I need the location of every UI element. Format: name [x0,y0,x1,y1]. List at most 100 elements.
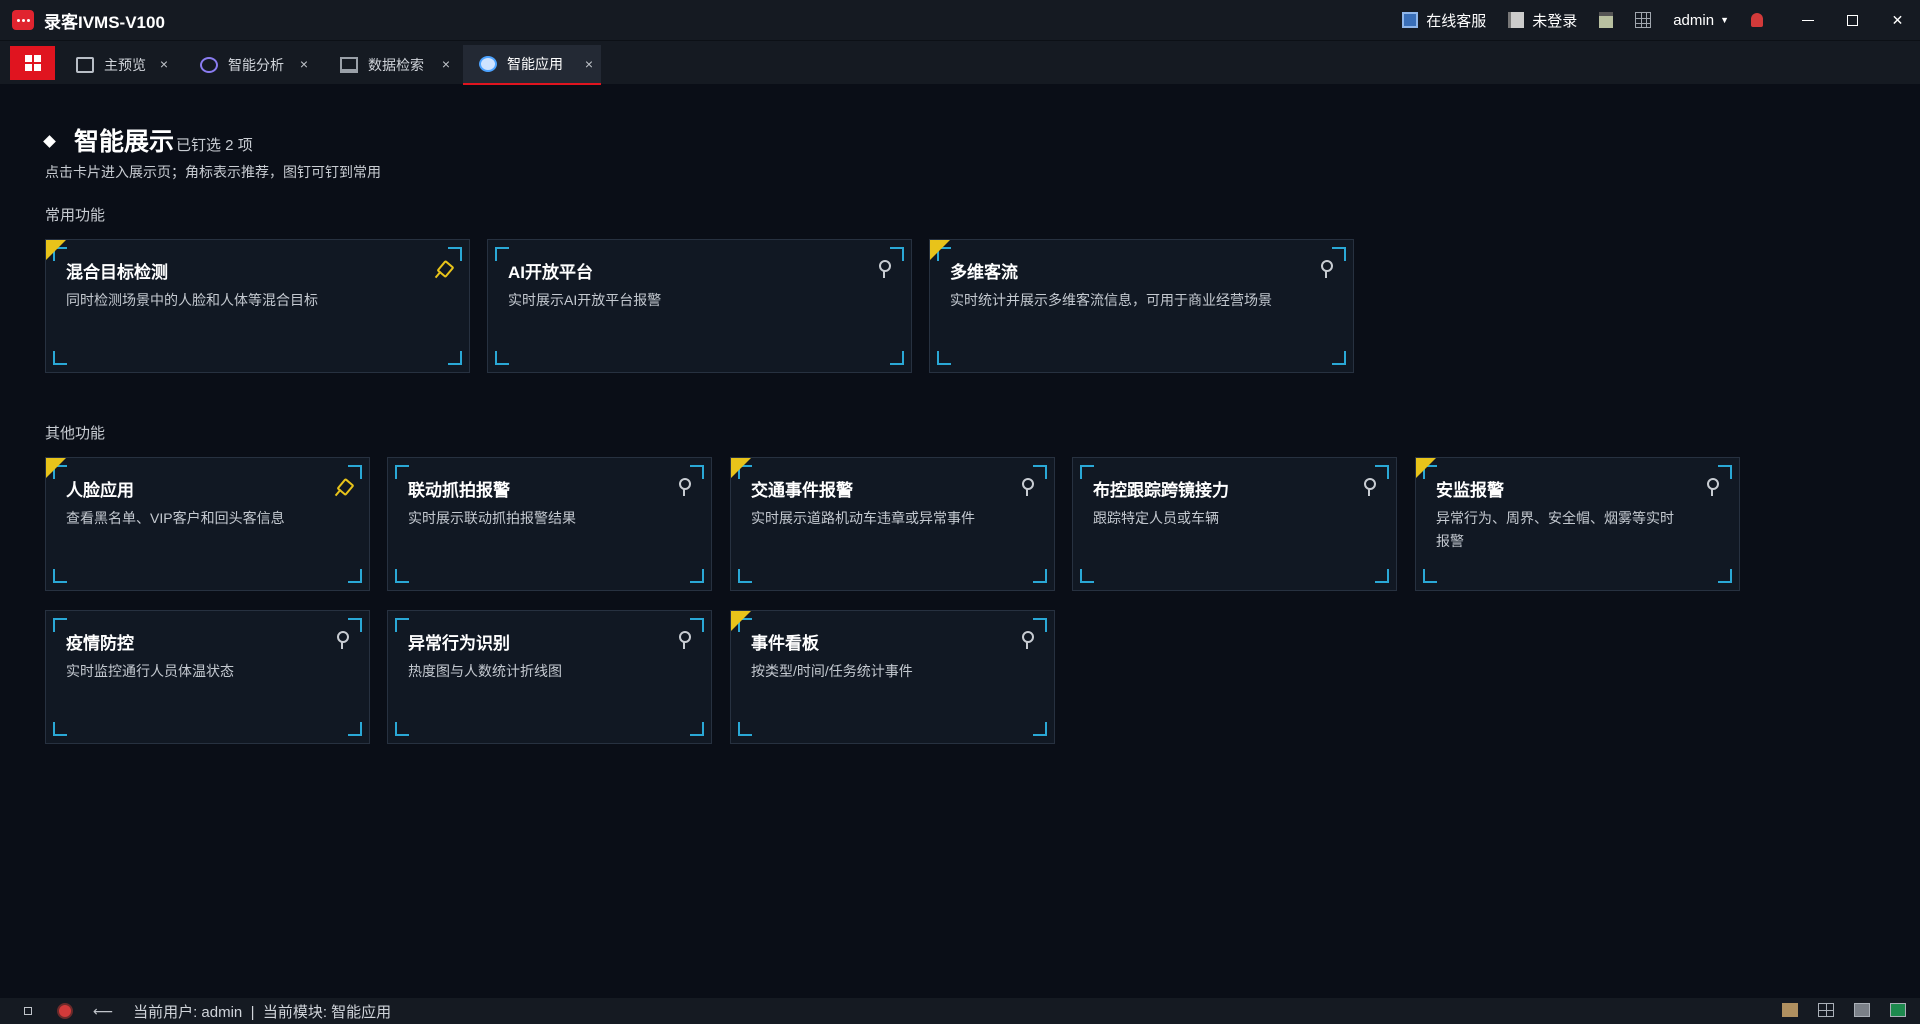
app-title: 录客IVMS-V100 [44,12,165,32]
preview-icon [76,57,94,73]
card-title: AI开放平台 [508,263,593,282]
card-title: 疫情防控 [66,634,134,653]
pin-icon[interactable] [335,631,349,651]
minimize-button[interactable] [1785,0,1830,40]
user-menu[interactable]: admin ▼ [1673,12,1729,29]
card-desc: 热度图与人数统计折线图 [408,663,562,679]
tab-label: 智能分析 [228,57,284,73]
pin-icon[interactable] [677,631,691,651]
user-name: admin [1673,11,1715,29]
pin-icon[interactable] [430,258,454,282]
alarm-icon[interactable] [57,1003,73,1019]
tab-close-icon[interactable]: × [160,56,168,72]
tab-close-icon[interactable]: × [442,56,450,72]
page-title: 智能展示 [74,128,175,156]
alarm-light-icon [1751,13,1763,27]
login-icon [1508,12,1525,28]
card-face-application[interactable]: 人脸应用 查看黑名单、VIP客户和回头客信息 [45,457,370,591]
card-desc: 实时展示道路机动车违章或异常事件 [751,510,975,526]
alarm-button[interactable] [1751,13,1763,27]
card-ai-open-platform[interactable]: AI开放平台 实时展示AI开放平台报警 [487,239,912,373]
back-arrow-icon[interactable]: ⟵ [93,1003,113,1020]
recommend-flag [930,240,950,260]
maximize-button[interactable] [1830,0,1875,40]
recommend-flag [46,458,66,478]
card-title: 异常行为识别 [408,634,510,653]
card-cross-camera-tracking[interactable]: 布控跟踪跨镜接力 跟踪特定人员或车辆 [1072,457,1397,591]
app-logo-icon [12,10,34,30]
service-icon [1402,12,1419,28]
status-bar: ⟵ 当前用户: admin | 当前模块: 智能应用 [0,998,1920,1024]
pin-icon[interactable] [1705,478,1719,498]
card-desc: 实时展示AI开放平台报警 [508,292,662,308]
login-status-label: 未登录 [1532,12,1578,30]
card-mixed-target-detection[interactable]: 混合目标检测 同时检测场景中的人脸和人体等混合目标 [45,239,470,373]
card-title: 布控跟踪跨镜接力 [1093,481,1229,500]
card-desc: 跟踪特定人员或车辆 [1093,510,1219,526]
tab-close-icon[interactable]: × [585,56,593,72]
pin-icon[interactable] [1362,478,1376,498]
hint-text: 点击卡片进入展示页；角标表示推荐，图钉可钉到常用 [45,164,381,180]
online-service-button[interactable]: 在线客服 [1402,10,1486,31]
card-desc: 实时展示联动抓拍报警结果 [408,510,576,526]
card-desc-line: 异常行为、周界、安全帽、烟雾等实时 [1436,510,1674,526]
clipboard-button[interactable] [1599,12,1614,28]
tab-smart-analysis[interactable]: 智能分析 × [190,45,316,85]
status-text: 当前用户: admin | 当前模块: 智能应用 [133,1003,392,1021]
tab-label: 智能应用 [507,56,563,72]
card-title: 人脸应用 [66,481,134,500]
tab-label: 主预览 [104,57,146,73]
pin-icon[interactable] [877,260,891,280]
layout-grid-icon[interactable] [1818,1003,1834,1017]
chevron-down-icon: ▼ [1720,15,1729,25]
card-desc: 同时检测场景中的人脸和人体等混合目标 [66,292,318,308]
home-menu-button[interactable] [10,46,55,80]
save-icon[interactable] [1854,1003,1870,1017]
tab-data-search[interactable]: 数据检索 × [330,45,458,85]
card-linked-capture-alarm[interactable]: 联动抓拍报警 实时展示联动抓拍报警结果 [387,457,712,591]
layout-button[interactable] [1635,12,1652,28]
card-desc: 按类型/时间/任务统计事件 [751,663,913,679]
pin-icon[interactable] [1319,260,1333,280]
tab-close-icon[interactable]: × [300,56,308,72]
card-epidemic-control[interactable]: 疫情防控 实时监控通行人员体温状态 [45,610,370,744]
card-safety-alarm[interactable]: 安监报警 异常行为、周界、安全帽、烟雾等实时 报警 [1415,457,1740,591]
card-title: 混合目标检测 [66,263,168,282]
card-title: 多维客流 [950,263,1018,282]
card-abnormal-behavior[interactable]: 异常行为识别 热度图与人数统计折线图 [387,610,712,744]
window-icon[interactable] [24,1007,32,1015]
other-group-label: 其他功能 [45,425,106,442]
tab-label: 数据检索 [368,57,424,73]
pin-icon[interactable] [1020,478,1034,498]
card-desc-line: 报警 [1436,533,1464,549]
recommend-flag [46,240,66,260]
card-desc: 查看黑名单、VIP客户和回头客信息 [66,510,285,526]
recommend-flag [1416,458,1436,478]
card-title: 联动抓拍报警 [408,481,510,500]
pin-icon[interactable] [677,478,691,498]
monitor-icon [340,57,358,73]
card-multi-dimension-flow[interactable]: 多维客流 实时统计并展示多维客流信息，可用于商业经营场景 [929,239,1354,373]
card-desc: 实时监控通行人员体温状态 [66,663,234,679]
card-title: 交通事件报警 [751,481,853,500]
tab-main-preview[interactable]: 主预览 × [64,45,176,85]
card-traffic-event-alarm[interactable]: 交通事件报警 实时展示道路机动车违章或异常事件 [730,457,1055,591]
card-event-dashboard[interactable]: 事件看板 按类型/时间/任务统计事件 [730,610,1055,744]
recommend-flag [731,458,751,478]
tab-smart-application[interactable]: 智能应用 × [463,45,601,85]
pin-icon[interactable] [1020,631,1034,651]
login-status-button[interactable]: 未登录 [1508,10,1577,31]
close-window-button[interactable]: ✕ [1875,0,1920,40]
diamond-icon [43,135,56,148]
card-title: 安监报警 [1436,481,1504,500]
clipboard-icon [1599,12,1614,28]
common-group-label: 常用功能 [45,207,106,224]
title-bar: 录客IVMS-V100 在线客服 未登录 admin ▼ ✕ [0,0,1920,40]
card-desc: 实时统计并展示多维客流信息，可用于商业经营场景 [950,292,1272,308]
pin-icon[interactable] [330,476,354,500]
picture-icon[interactable] [1782,1003,1798,1017]
screen-icon[interactable] [1890,1003,1906,1017]
online-service-label: 在线客服 [1426,12,1487,30]
tab-bar: 主预览 × 智能分析 × 数据检索 × 智能应用 × [0,40,1920,85]
card-desc: 异常行为、周界、安全帽、烟雾等实时 报警 [1436,507,1674,553]
